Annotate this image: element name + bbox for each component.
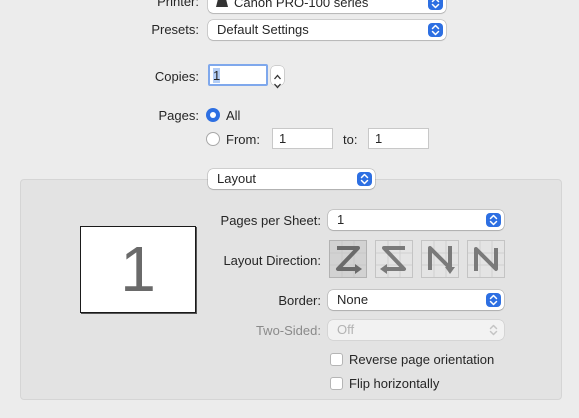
chevron-updown-icon xyxy=(428,23,443,37)
printer-label: Printer: xyxy=(157,0,199,9)
page-preview-number: 1 xyxy=(120,233,156,305)
pages-from-value: 1 xyxy=(279,131,287,146)
printer-popup[interactable]: Canon PRO-100 series xyxy=(208,0,446,13)
n-direction-icon[interactable] xyxy=(421,240,459,278)
border-value: None xyxy=(337,292,369,307)
pages-per-sheet-value: 1 xyxy=(337,212,345,227)
stepper-down-icon[interactable] xyxy=(273,77,282,92)
pages-label: Pages: xyxy=(158,108,199,123)
pages-from-label: From: xyxy=(226,132,260,147)
presets-popup[interactable]: Default Settings xyxy=(208,20,446,40)
reverse-z-direction-icon[interactable] xyxy=(375,240,413,278)
pages-per-sheet-label: Pages per Sheet: xyxy=(220,213,321,228)
printer-icon xyxy=(216,0,228,14)
chevron-updown-icon xyxy=(486,213,501,227)
chevron-updown-icon xyxy=(357,172,372,186)
copies-value: 1 xyxy=(213,68,221,83)
two-sided-label: Two-Sided: xyxy=(255,323,321,338)
chevron-updown-icon xyxy=(486,293,501,307)
presets-label: Presets: xyxy=(151,22,199,37)
copies-stepper[interactable] xyxy=(271,66,284,89)
two-sided-popup[interactable]: Off xyxy=(328,320,504,340)
border-label: Border: xyxy=(278,293,321,308)
z-direction-icon[interactable] xyxy=(329,240,367,278)
page-preview: 1 xyxy=(80,226,196,313)
pages-from-field[interactable]: 1 xyxy=(272,128,333,149)
flip-horizontally-checkbox[interactable] xyxy=(330,377,343,390)
pages-per-sheet-popup[interactable]: 1 xyxy=(328,210,504,230)
two-sided-value: Off xyxy=(337,322,355,337)
copies-label: Copies: xyxy=(154,69,199,84)
copies-field[interactable]: 1 xyxy=(208,64,268,86)
border-popup[interactable]: None xyxy=(328,290,504,310)
pages-range-radio[interactable] xyxy=(206,132,220,146)
presets-value: Default Settings xyxy=(217,22,309,37)
reverse-n-direction-icon[interactable] xyxy=(467,240,505,278)
layout-direction-label: Layout Direction: xyxy=(223,253,321,268)
section-popup-value: Layout xyxy=(217,171,257,186)
chevron-updown-icon xyxy=(428,0,443,10)
section-popup[interactable]: Layout xyxy=(208,169,375,189)
pages-to-label: to: xyxy=(343,132,358,147)
chevron-updown-icon xyxy=(486,323,501,337)
reverse-orientation-label: Reverse page orientation xyxy=(349,352,495,367)
printer-value: Canon PRO-100 series xyxy=(234,0,369,10)
pages-to-value: 1 xyxy=(375,131,383,146)
reverse-orientation-checkbox[interactable] xyxy=(330,353,343,366)
pages-all-label: All xyxy=(226,108,241,123)
flip-horizontally-label: Flip horizontally xyxy=(349,376,440,391)
pages-to-field[interactable]: 1 xyxy=(368,128,429,149)
pages-all-radio[interactable] xyxy=(206,108,220,122)
